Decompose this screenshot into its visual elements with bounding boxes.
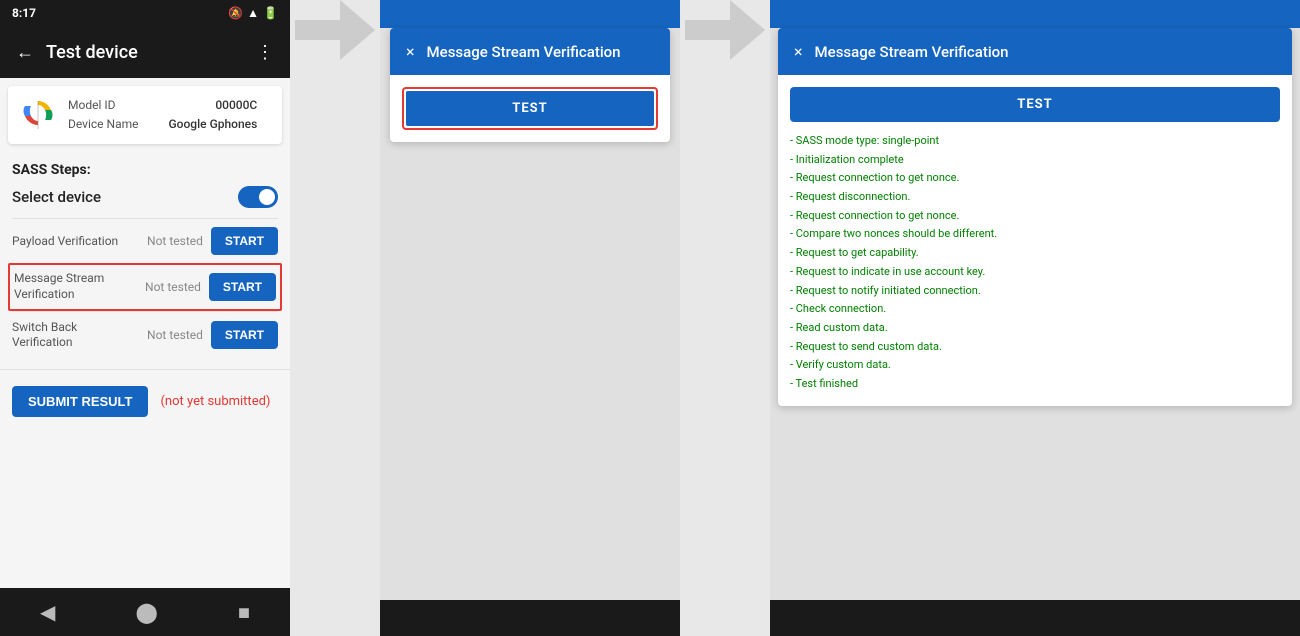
status-bar: 8:17 🔕 ▲ 🔋 — [0, 0, 290, 26]
result-line-5: - Compare two nonces should be different… — [790, 225, 1280, 244]
battery-icon: 🔋 — [263, 6, 278, 20]
payload-start-button[interactable]: START — [211, 227, 278, 255]
not-submitted-text: (not yet submitted) — [160, 394, 270, 409]
result-line-6: - Request to get capability. — [790, 244, 1280, 263]
dialog-2-test-button[interactable]: TEST — [790, 87, 1280, 122]
dialog-1-title: Message Stream Verification — [427, 43, 621, 61]
dialog-2-close-icon[interactable]: × — [794, 42, 803, 61]
model-id-value: 00000C — [215, 96, 257, 115]
result-line-9: - Check connection. — [790, 300, 1280, 319]
device-info-card: Model ID 00000C Device Name Google Gphon… — [8, 86, 282, 144]
arrow-1 — [290, 0, 380, 60]
model-id-label: Model ID — [68, 96, 115, 115]
payload-status: Not tested — [147, 234, 203, 248]
message-stream-status: Not tested — [145, 280, 201, 294]
phone-panel: 8:17 🔕 ▲ 🔋 ← Test device ⋮ — [0, 0, 290, 636]
result-lines: - SASS mode type: single-point- Initiali… — [790, 132, 1280, 394]
result-line-1: - Initialization complete — [790, 151, 1280, 170]
message-stream-label: Message StreamVerification — [14, 271, 137, 302]
sass-title: SASS Steps: — [12, 162, 278, 178]
app-title: Test device — [46, 42, 138, 63]
device-info-text: Model ID 00000C Device Name Google Gphon… — [68, 96, 257, 134]
dialog-panel-2: × Message Stream Verification TEST - SAS… — [770, 0, 1300, 636]
dialog-1-test-button[interactable]: TEST — [406, 91, 654, 126]
result-line-12: - Verify custom data. — [790, 356, 1280, 375]
step-row-payload: Payload Verification Not tested START — [12, 218, 278, 263]
dialog-1-content: × Message Stream Verification TEST — [390, 28, 670, 142]
sass-section: SASS Steps: Select device Payload Verifi… — [0, 152, 290, 368]
test-btn-wrapper: TEST — [402, 87, 658, 130]
status-time: 8:17 — [12, 6, 36, 20]
arrow-2 — [680, 0, 770, 60]
select-device-label: Select device — [12, 188, 101, 206]
dialog-2-body: TEST - SASS mode type: single-point- Ini… — [778, 75, 1292, 406]
switch-back-status: Not tested — [147, 328, 203, 342]
dialog-1-body: TEST — [390, 75, 670, 142]
select-device-toggle[interactable] — [238, 186, 278, 208]
submit-result-button[interactable]: SUBMIT RESULT — [12, 386, 148, 417]
dialog-2-header: × Message Stream Verification — [778, 28, 1292, 75]
wifi-icon: ▲ — [247, 6, 259, 20]
dialog-2-content: × Message Stream Verification TEST - SAS… — [778, 28, 1292, 406]
status-icons: 🔕 ▲ 🔋 — [228, 6, 278, 20]
app-bar: ← Test device ⋮ — [0, 26, 290, 78]
device-name-label: Device Name — [68, 115, 139, 134]
home-nav-icon[interactable]: ⬤ — [135, 600, 157, 624]
result-line-4: - Request connection to get nonce. — [790, 207, 1280, 226]
result-line-3: - Request disconnection. — [790, 188, 1280, 207]
dialog-2-title: Message Stream Verification — [815, 43, 1009, 61]
phone-content: ← Test device ⋮ Model ID 00000C D — [0, 26, 290, 588]
back-icon[interactable]: ← — [16, 42, 34, 63]
device-logo — [20, 97, 56, 133]
result-line-8: - Request to notify initiated connection… — [790, 282, 1280, 301]
switch-back-label: Switch Back Verification — [12, 320, 139, 351]
dialog-1-header: × Message Stream Verification — [390, 28, 670, 75]
switch-back-start-button[interactable]: START — [211, 321, 278, 349]
dialog-panel-1: × Message Stream Verification TEST — [380, 0, 680, 636]
result-line-2: - Request connection to get nonce. — [790, 169, 1280, 188]
dialog-2-bottom-bar — [770, 600, 1300, 636]
dialog-1-close-icon[interactable]: × — [406, 42, 415, 61]
result-line-13: - Test finished — [790, 375, 1280, 394]
recent-nav-icon[interactable]: ■ — [238, 600, 250, 625]
sim-icon: 🔕 — [228, 6, 243, 20]
select-device-row: Select device — [12, 186, 278, 208]
payload-label: Payload Verification — [12, 234, 139, 250]
result-line-0: - SASS mode type: single-point — [790, 132, 1280, 151]
step-row-message-stream: Message StreamVerification Not tested ST… — [8, 263, 282, 310]
message-stream-start-button[interactable]: START — [209, 273, 276, 301]
back-nav-icon[interactable]: ◀ — [40, 600, 55, 624]
more-icon[interactable]: ⋮ — [256, 42, 274, 63]
step-row-switch-back: Switch Back Verification Not tested STAR… — [12, 311, 278, 359]
nav-bar: ◀ ⬤ ■ — [0, 588, 290, 636]
result-line-7: - Request to indicate in use account key… — [790, 263, 1280, 282]
submit-area: SUBMIT RESULT (not yet submitted) — [0, 369, 290, 433]
result-line-10: - Read custom data. — [790, 319, 1280, 338]
result-line-11: - Request to send custom data. — [790, 338, 1280, 357]
dialog-1-bottom-bar — [380, 600, 680, 636]
device-name-value: Google Gphones — [169, 115, 258, 134]
